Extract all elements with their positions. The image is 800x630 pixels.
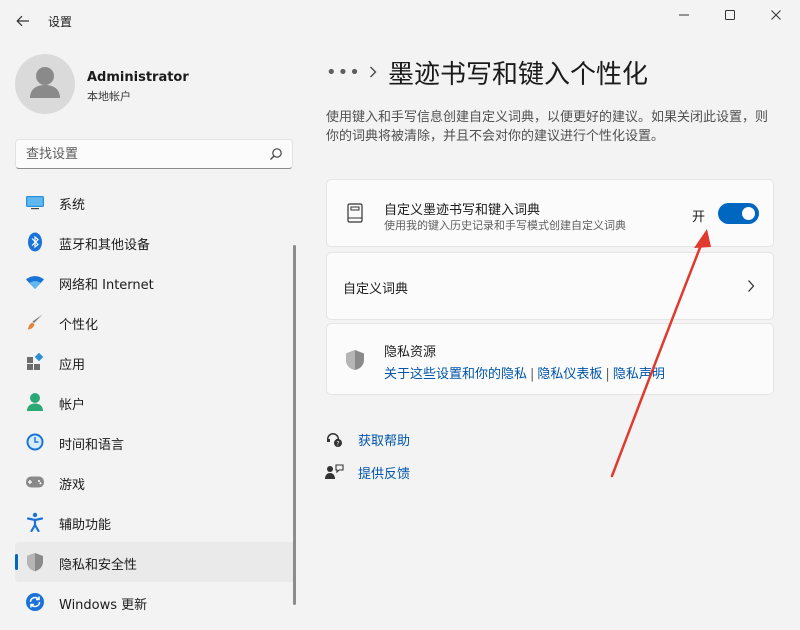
sidebar-item-system[interactable]: 系统 bbox=[15, 182, 295, 222]
account-type: 本地帐户 bbox=[87, 90, 131, 103]
back-arrow-icon bbox=[16, 15, 29, 27]
feedback-row: 提供反馈 bbox=[323, 460, 410, 484]
privacy-settings-link[interactable]: 关于这些设置和你的隐私 bbox=[384, 367, 527, 382]
sidebar-item-bluetooth[interactable]: 蓝牙和其他设备 bbox=[15, 222, 295, 262]
sidebar-item-personalization[interactable]: 个性化 bbox=[15, 302, 295, 342]
user-name: Administrator bbox=[87, 70, 189, 85]
chevron-right-icon bbox=[358, 66, 388, 78]
get-help-link[interactable]: 获取帮助 bbox=[358, 430, 410, 449]
custom-dictionary-link-card[interactable]: 自定义词典 bbox=[326, 252, 774, 320]
sidebar-scrollbar[interactable] bbox=[293, 245, 296, 605]
account-icon bbox=[25, 392, 45, 412]
feedback-icon bbox=[323, 462, 345, 482]
accessibility-icon bbox=[25, 512, 45, 532]
get-help-row: ? 获取帮助 bbox=[323, 427, 410, 451]
setting-title: 自定义墨迹书写和键入词典 bbox=[384, 203, 541, 218]
page-title: 墨迹书写和键入个性化 bbox=[388, 59, 649, 90]
system-icon bbox=[25, 192, 45, 212]
sidebar-item-accessibility[interactable]: 辅助功能 bbox=[15, 502, 295, 542]
update-icon bbox=[25, 592, 45, 612]
custom-dictionary-toggle[interactable] bbox=[718, 203, 759, 224]
sidebar-item-network[interactable]: 网络和 Internet bbox=[15, 262, 295, 302]
wifi-icon bbox=[25, 272, 45, 292]
sidebar-item-windows-update[interactable]: Windows 更新 bbox=[15, 582, 295, 622]
help-icon: ? bbox=[323, 429, 345, 449]
close-button[interactable] bbox=[754, 0, 798, 30]
sidebar-item-time-language[interactable]: 时间和语言 bbox=[15, 422, 295, 462]
setting-description: 使用我的键入历史记录和手写模式创建自定义词典 bbox=[384, 219, 626, 232]
toggle-knob bbox=[742, 207, 755, 220]
sidebar-item-accounts[interactable]: 帐户 bbox=[15, 382, 295, 422]
custom-dictionary-setting-card: 自定义墨迹书写和键入词典 使用我的键入历史记录和手写模式创建自定义词典 开 bbox=[326, 179, 774, 247]
sidebar-item-privacy-security[interactable]: 隐私和安全性 bbox=[15, 542, 295, 582]
feedback-link[interactable]: 提供反馈 bbox=[358, 463, 410, 482]
page-description: 使用键入和手写信息创建自定义词典，以便更好的建议。如果关闭此设置，则你的词典将被… bbox=[326, 110, 769, 144]
breadcrumb: ••• 墨迹书写和键入个性化 bbox=[326, 54, 648, 90]
maximize-button[interactable] bbox=[708, 0, 752, 30]
sidebar-item-gaming[interactable]: 游戏 bbox=[15, 462, 295, 502]
search-input[interactable] bbox=[26, 146, 266, 163]
apps-icon bbox=[25, 352, 45, 372]
gamepad-icon bbox=[25, 472, 45, 492]
chevron-right-icon bbox=[748, 280, 755, 292]
book-icon bbox=[345, 202, 365, 224]
sidebar-nav: 系统 蓝牙和其他设备 网络和 Internet 个性化 应用 帐户 时间和语言 … bbox=[15, 182, 295, 622]
close-icon bbox=[771, 10, 781, 20]
time-language-icon bbox=[25, 432, 45, 452]
privacy-links: 关于这些设置和你的隐私 | 隐私仪表板 | 隐私声明 bbox=[384, 363, 665, 382]
privacy-resources-title: 隐私资源 bbox=[384, 345, 437, 360]
title-bar: 设置 bbox=[0, 0, 800, 40]
toggle-state-label: 开 bbox=[692, 210, 706, 225]
app-title: 设置 bbox=[48, 15, 73, 29]
privacy-statement-link[interactable]: 隐私声明 bbox=[613, 367, 665, 382]
minimize-button[interactable] bbox=[662, 0, 706, 30]
breadcrumb-more-button[interactable]: ••• bbox=[326, 62, 360, 83]
custom-dictionary-label: 自定义词典 bbox=[343, 282, 409, 297]
svg-text:?: ? bbox=[336, 441, 339, 448]
link-separator: | bbox=[530, 367, 535, 382]
bluetooth-icon bbox=[25, 232, 45, 252]
user-icon bbox=[30, 67, 60, 98]
brush-icon bbox=[25, 312, 45, 332]
avatar[interactable] bbox=[15, 54, 75, 114]
minimize-icon bbox=[679, 14, 689, 16]
back-button[interactable] bbox=[10, 8, 36, 34]
privacy-dashboard-link[interactable]: 隐私仪表板 bbox=[537, 367, 602, 382]
privacy-resources-card: 隐私资源 关于这些设置和你的隐私 | 隐私仪表板 | 隐私声明 bbox=[326, 323, 774, 395]
shield-icon bbox=[25, 552, 45, 572]
sidebar-item-apps[interactable]: 应用 bbox=[15, 342, 295, 382]
maximize-icon bbox=[725, 10, 735, 20]
selection-indicator bbox=[15, 554, 18, 570]
search-box[interactable] bbox=[15, 139, 293, 169]
link-separator: | bbox=[605, 367, 610, 382]
search-icon[interactable] bbox=[269, 147, 283, 161]
shield-icon bbox=[345, 349, 365, 371]
